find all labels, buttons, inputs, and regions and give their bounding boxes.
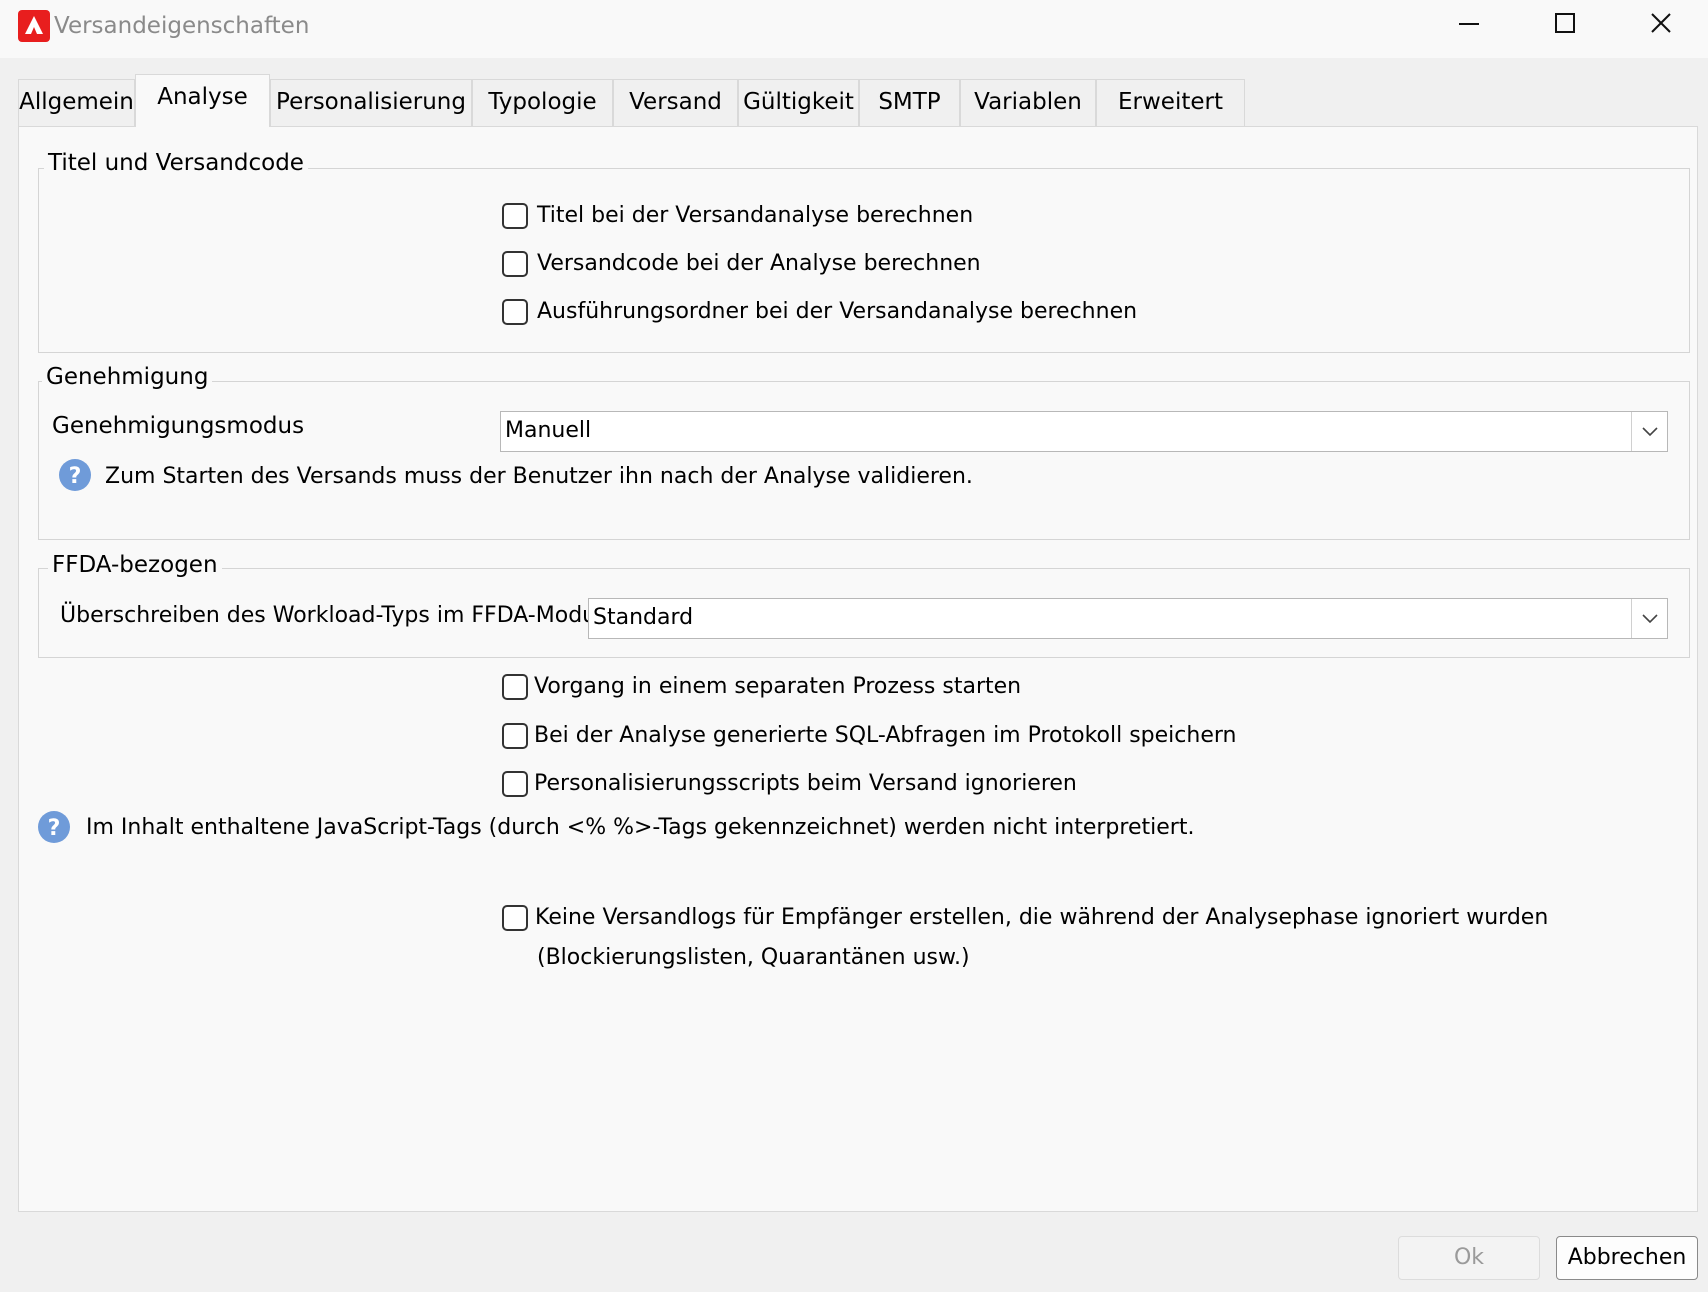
sql-log-checkbox[interactable] (502, 723, 528, 749)
tab-typologie[interactable]: Typologie (472, 79, 613, 126)
calc-title-label[interactable]: Titel bei der Versandanalyse berechnen (537, 203, 973, 228)
separate-process-label[interactable]: Vorgang in einem separaten Prozess start… (534, 674, 1021, 699)
close-icon (1651, 13, 1671, 33)
adobe-app-icon (18, 10, 50, 42)
js-hint: Im Inhalt enthaltene JavaScript-Tags (du… (86, 815, 1195, 840)
tab-gueltigkeit[interactable]: Gültigkeit (738, 79, 859, 126)
ignore-scripts-checkbox[interactable] (502, 771, 528, 797)
no-logs-label-line1[interactable]: Keine Versandlogs für Empfänger erstelle… (535, 905, 1548, 930)
calc-code-label[interactable]: Versandcode bei der Analyse berechnen (537, 251, 981, 276)
tab-smtp[interactable]: SMTP (859, 79, 960, 126)
svg-text:?: ? (69, 464, 82, 489)
minimize-button[interactable] (1420, 0, 1516, 52)
close-button[interactable] (1612, 0, 1708, 52)
calc-folder-checkbox[interactable] (502, 299, 528, 325)
approval-mode-select[interactable]: Manuell (500, 411, 1668, 452)
minimize-icon (1459, 23, 1479, 25)
svg-text:?: ? (48, 816, 61, 841)
maximize-icon (1555, 13, 1575, 33)
approval-mode-dropdown[interactable] (1631, 412, 1667, 451)
tab-personalisierung[interactable]: Personalisierung (270, 79, 472, 126)
help-icon: ? (59, 459, 91, 491)
tab-versand[interactable]: Versand (613, 79, 738, 126)
title-bar[interactable]: Versandeigenschaften (0, 0, 1708, 58)
separate-process-checkbox[interactable] (502, 674, 528, 700)
approval-group-legend: Genehmigung (42, 364, 213, 390)
ignore-scripts-label[interactable]: Personalisierungsscripts beim Versand ig… (534, 771, 1077, 796)
help-icon: ? (38, 811, 70, 843)
no-logs-checkbox[interactable] (502, 905, 528, 931)
workload-label: Überschreiben des Workload-Typs im FFDA-… (60, 603, 615, 628)
maximize-button[interactable] (1516, 0, 1612, 52)
approval-mode-value: Manuell (505, 418, 592, 443)
ffda-group-legend: FFDA-bezogen (48, 552, 222, 578)
ok-button[interactable]: Ok (1398, 1236, 1540, 1280)
tab-erweitert[interactable]: Erweitert (1096, 79, 1245, 126)
cancel-button[interactable]: Abbrechen (1556, 1236, 1698, 1280)
approval-hint: Zum Starten des Versands muss der Benutz… (105, 464, 973, 489)
no-logs-label-line2[interactable]: (Blockierungslisten, Quarantänen usw.) (537, 945, 970, 970)
tab-variablen[interactable]: Variablen (960, 79, 1096, 126)
chevron-down-icon (1642, 427, 1658, 437)
workload-value: Standard (593, 605, 694, 630)
calc-title-checkbox[interactable] (502, 203, 528, 229)
calc-code-checkbox[interactable] (502, 251, 528, 277)
tab-analyse[interactable]: Analyse (135, 74, 270, 127)
window-title: Versandeigenschaften (54, 13, 310, 39)
calc-folder-label[interactable]: Ausführungsordner bei der Versandanalyse… (537, 299, 1137, 324)
workload-dropdown[interactable] (1631, 599, 1667, 638)
chevron-down-icon (1642, 614, 1658, 624)
workload-select[interactable]: Standard (588, 598, 1668, 639)
approval-mode-label: Genehmigungsmodus (52, 413, 305, 439)
sql-log-label[interactable]: Bei der Analyse generierte SQL-Abfragen … (534, 723, 1236, 748)
title-code-group-legend: Titel und Versandcode (44, 150, 308, 176)
approval-group (38, 381, 1690, 540)
tab-allgemein[interactable]: Allgemein (18, 79, 135, 126)
